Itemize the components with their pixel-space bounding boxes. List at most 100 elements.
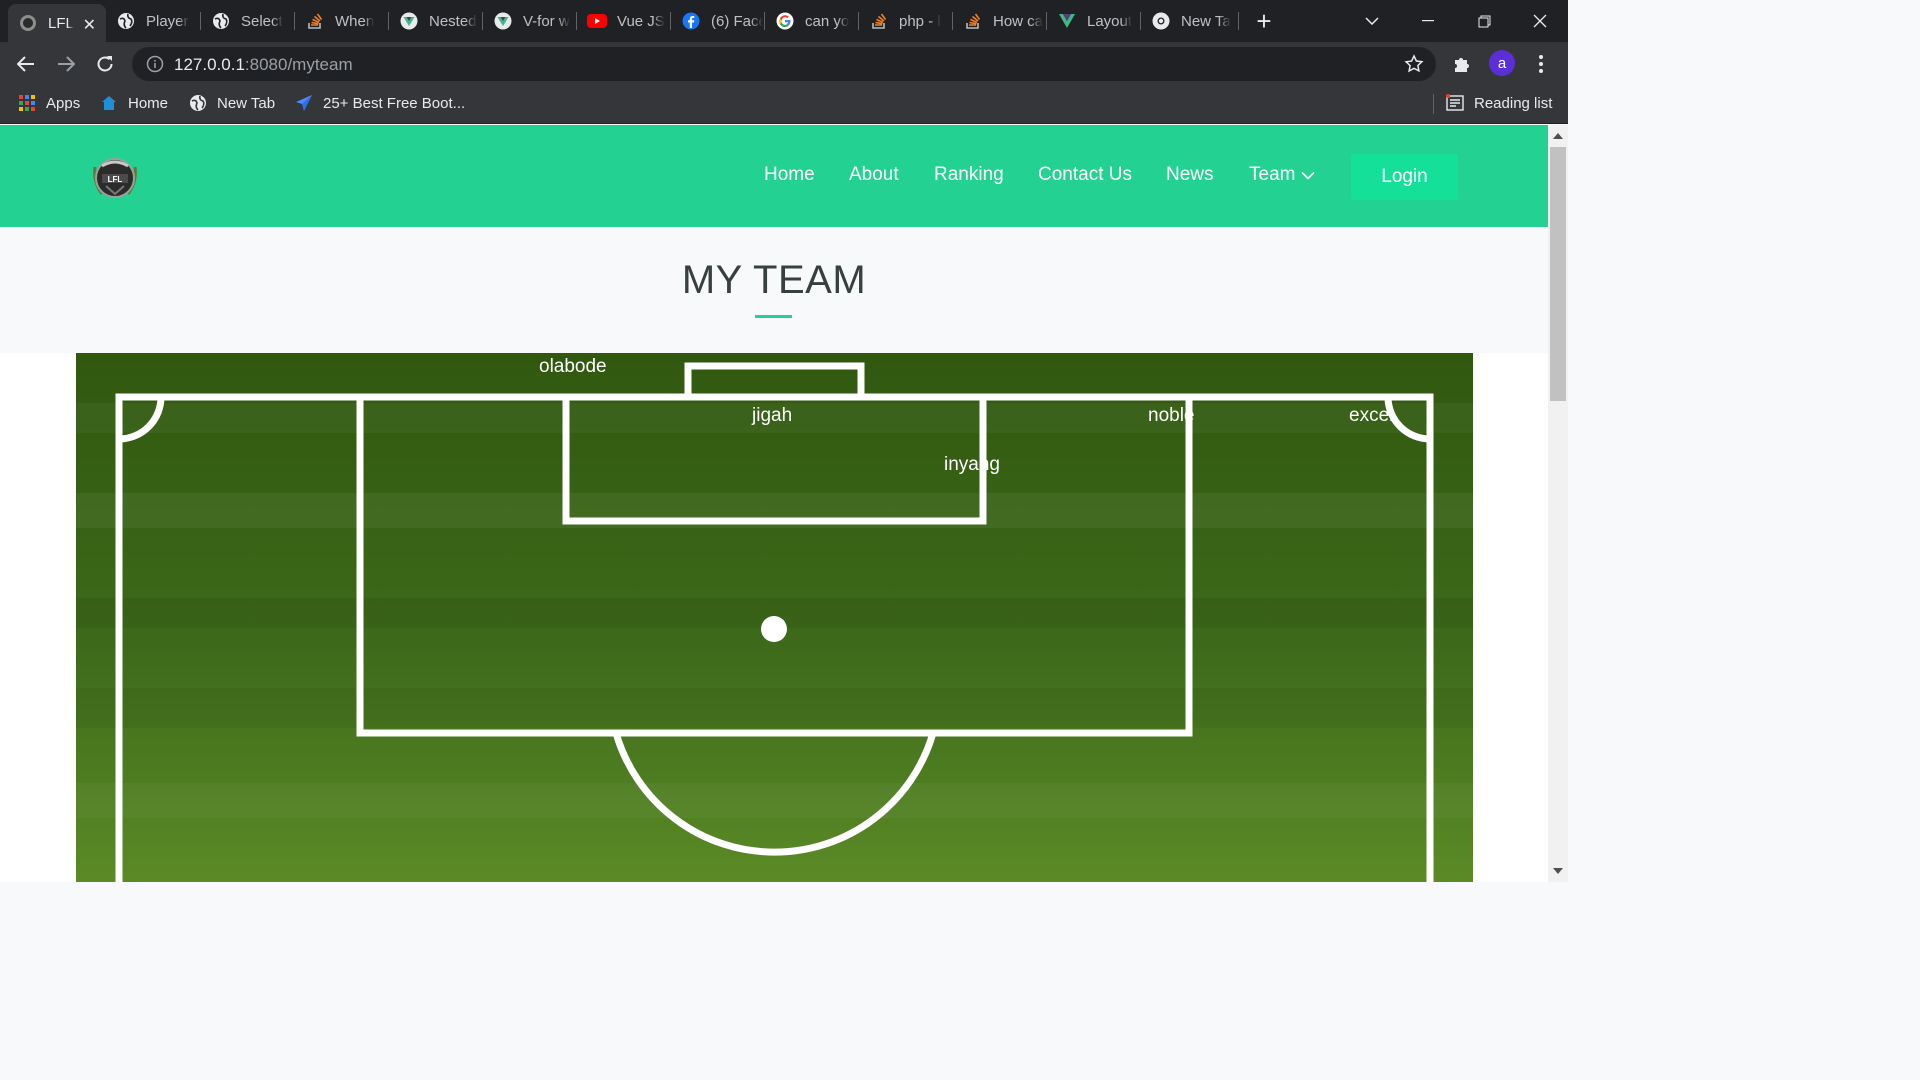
nav-about[interactable]: About	[849, 164, 899, 186]
tab-label: can yo	[805, 12, 850, 30]
chrome-icon	[1151, 11, 1171, 31]
nav-contact-us[interactable]: Contact Us	[1038, 164, 1132, 186]
player-label[interactable]: jigah	[752, 405, 792, 427]
youtube-icon	[587, 11, 607, 31]
bookmark-label: 25+ Best Free Boot...	[323, 94, 466, 112]
nav-team-label: Team	[1249, 164, 1296, 186]
tab-google[interactable]: can yo	[765, 0, 857, 42]
tab-label: Vue JS	[617, 12, 665, 30]
stackoverflow-icon	[305, 11, 325, 31]
login-button[interactable]: Login	[1351, 154, 1458, 200]
reload-icon[interactable]	[91, 50, 119, 78]
tab-label: When	[335, 12, 375, 30]
vue-icon	[399, 11, 419, 31]
player-label[interactable]: olabode	[539, 356, 607, 378]
url-host: 127.0.0.1	[174, 55, 245, 74]
address-bar[interactable]: 127.0.0.1:8080/myteam	[132, 47, 1436, 81]
url-path: :8080/myteam	[244, 55, 353, 74]
nav-ranking[interactable]: Ranking	[934, 164, 1004, 186]
bootstrap-vue-icon	[1057, 11, 1077, 31]
lfl-logo[interactable]: LFL	[90, 152, 140, 202]
tab-nested[interactable]: Nested	[389, 0, 481, 42]
paper-plane-icon	[295, 94, 313, 112]
bookmark-label: New Tab	[217, 94, 276, 112]
player-label[interactable]: inyang	[944, 454, 1000, 476]
more-menu-icon[interactable]	[1527, 50, 1555, 78]
tab-facebook[interactable]: (6) Face	[671, 0, 763, 42]
football-pitch: olabode jigah noble excel inyang	[76, 353, 1473, 882]
scrollbar-thumb[interactable]	[1550, 147, 1566, 401]
tab-php[interactable]: php - l	[859, 0, 951, 42]
profile-avatar[interactable]: a	[1489, 50, 1515, 76]
page-scrollbar[interactable]	[1548, 125, 1568, 882]
tab-v-for[interactable]: V-for w	[483, 0, 575, 42]
page-title: MY TEAM	[681, 258, 867, 302]
url-text: 127.0.0.1:8080/myteam	[174, 55, 353, 75]
bookmark-label: Home	[128, 94, 169, 112]
chevron-down-icon	[1301, 164, 1316, 186]
bookmark-star-icon[interactable]	[1404, 54, 1424, 79]
tab-vue-js[interactable]: Vue JS	[577, 0, 669, 42]
globe-icon	[189, 94, 207, 112]
tab-label: php - l	[899, 12, 941, 30]
bookmark-label: Apps	[46, 94, 81, 112]
minimize-icon[interactable]	[1400, 0, 1456, 42]
tab-label: LFL	[48, 14, 74, 32]
scroll-up-arrow-icon[interactable]	[1553, 133, 1563, 139]
apps-grid-icon	[18, 94, 36, 112]
tab-new-tab[interactable]: New Ta	[1141, 0, 1237, 42]
nav-team-dropdown[interactable]: Team	[1249, 164, 1316, 186]
tab-lfl[interactable]: LFL ✕	[8, 4, 106, 42]
tab-label: V-for w	[523, 12, 570, 30]
svg-text:LFL: LFL	[108, 175, 123, 184]
pitch-graphic	[76, 353, 1473, 882]
title-underline	[755, 315, 792, 318]
globe-icon	[116, 11, 136, 31]
close-window-icon[interactable]	[1512, 0, 1568, 42]
google-icon	[775, 11, 795, 31]
browser-toolbar: 127.0.0.1:8080/myteam	[0, 42, 1568, 86]
reading-list-button[interactable]: Reading list	[1446, 86, 1552, 120]
tab-strip: LFL ✕ Player Select When Nested V-for w …	[0, 0, 1568, 42]
bookmark-bootstrap[interactable]: 25+ Best Free Boot...	[295, 86, 465, 120]
stackoverflow-icon	[963, 11, 983, 31]
nav-home[interactable]: Home	[764, 164, 815, 186]
tab-label: New Ta	[1181, 12, 1231, 30]
restore-icon[interactable]	[1456, 0, 1512, 42]
extensions-puzzle-icon[interactable]	[1448, 50, 1476, 78]
tab-search-chevron-icon[interactable]	[1344, 0, 1400, 42]
forward-arrow-icon[interactable]	[52, 50, 80, 78]
bookmark-apps[interactable]: Apps	[18, 86, 80, 120]
tab-player[interactable]: Player	[106, 0, 198, 42]
globe-icon	[211, 11, 231, 31]
bookmark-home[interactable]: Home	[100, 86, 168, 120]
site-info-icon[interactable]	[146, 55, 164, 78]
stackoverflow-icon	[869, 11, 889, 31]
facebook-icon	[681, 11, 701, 31]
tab-label: Layout	[1087, 12, 1133, 30]
lfl-logo-icon	[18, 13, 38, 33]
tab-how-can[interactable]: How ca	[953, 0, 1045, 42]
bookmark-new-tab[interactable]: New Tab	[189, 86, 275, 120]
scroll-down-arrow-icon[interactable]	[1553, 868, 1563, 874]
reading-list-label: Reading list	[1474, 94, 1553, 112]
nav-news[interactable]: News	[1166, 164, 1214, 186]
tab-when[interactable]: When	[295, 0, 387, 42]
vue-icon	[493, 11, 513, 31]
player-label[interactable]: noble	[1148, 405, 1195, 427]
tab-select[interactable]: Select	[201, 0, 293, 42]
home-icon	[100, 94, 118, 112]
player-label[interactable]: excel	[1349, 405, 1393, 427]
page-viewport: LFL Home About Ranking Contact Us News T…	[0, 125, 1548, 882]
tab-label: (6) Face	[711, 12, 763, 30]
reading-list-icon	[1446, 94, 1464, 112]
close-tab-icon[interactable]: ✕	[83, 15, 96, 35]
bookmarks-bar: Apps Home New Tab 25+ Best Free Boot... …	[0, 86, 1568, 124]
site-navbar: LFL Home About Ranking Contact Us News T…	[0, 125, 1548, 227]
tab-label: Nested	[429, 12, 477, 30]
back-arrow-icon[interactable]	[12, 50, 40, 78]
tab-label: Player	[146, 12, 189, 30]
tab-layout[interactable]: Layout	[1047, 0, 1139, 42]
new-tab-plus-icon[interactable]: +	[1238, 0, 1290, 42]
tab-label: Select	[241, 12, 283, 30]
